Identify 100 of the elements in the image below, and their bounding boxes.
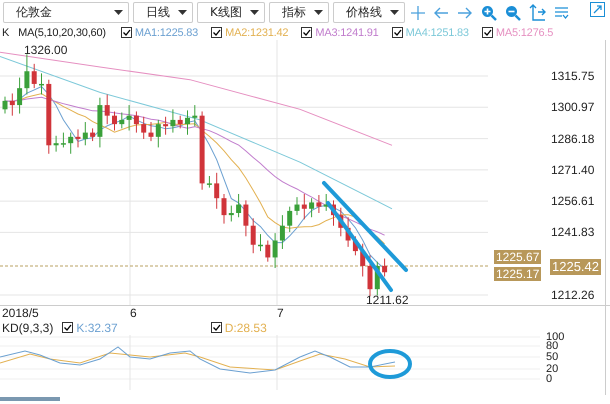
axis-label: 1286.18 — [551, 132, 594, 146]
moving-average-value: MA4:1251.83 — [406, 26, 469, 38]
candle — [331, 200, 336, 226]
axis-label: 50 — [546, 351, 558, 363]
indicator-formula: MA(5,10,20,30,60) — [18, 26, 106, 38]
candle — [368, 254, 372, 297]
axis-label: 20 — [546, 363, 558, 375]
candle — [206, 175, 212, 188]
candle — [156, 119, 161, 148]
candle — [360, 243, 366, 277]
candle — [280, 214, 285, 250]
checkbox[interactable] — [211, 27, 222, 38]
axis-label: 1300.97 — [551, 100, 594, 114]
candle — [352, 236, 358, 256]
candle — [346, 216, 351, 248]
axis-label: 0 — [546, 373, 552, 385]
dropdown[interactable]: K线图 — [197, 2, 265, 23]
axis-label: 1315.75 — [551, 69, 594, 83]
candle — [54, 135, 59, 152]
checkbox[interactable] — [392, 27, 403, 38]
candle — [134, 110, 139, 134]
checkbox[interactable] — [482, 27, 493, 38]
candle — [82, 122, 88, 146]
chart-type-label: K — [2, 26, 10, 38]
checkbox[interactable] — [62, 322, 74, 333]
dropdown[interactable]: 价格线 — [332, 2, 405, 23]
low-price-label: 1211.62 — [366, 293, 408, 307]
candle — [243, 200, 248, 237]
expand-icon[interactable] — [590, 2, 605, 17]
axis-scale-icon[interactable] — [528, 4, 546, 21]
candle — [374, 261, 380, 296]
dropdown[interactable]: 日线 — [133, 2, 193, 23]
candle — [24, 54, 30, 96]
candle — [76, 128, 80, 148]
indicator-value: D:28.53 — [224, 320, 267, 334]
candle — [141, 116, 146, 140]
candle — [324, 193, 329, 212]
dropdown[interactable]: 伦敦金 — [3, 2, 129, 23]
checkbox[interactable] — [120, 27, 132, 38]
axis-label: 100 — [546, 331, 564, 343]
candle — [104, 94, 110, 125]
moving-average-value: MA1:1225.83 — [134, 26, 198, 38]
indicator-value: K:32.37 — [76, 320, 118, 334]
high-price-label: 1326.00 — [24, 43, 68, 57]
caret-icon — [390, 10, 399, 15]
caret-icon — [250, 10, 259, 15]
candle — [178, 115, 183, 129]
candle — [2, 96, 8, 114]
candle — [228, 205, 234, 222]
candle — [272, 232, 278, 269]
moving-average-value: MA5:1276.5 — [496, 26, 554, 38]
candle — [250, 218, 256, 254]
date-label: 6 — [130, 306, 137, 320]
candle — [236, 193, 242, 218]
candle — [316, 194, 322, 214]
price-tag: 1225.17 — [494, 267, 542, 281]
candle — [338, 207, 344, 237]
price-tag: 1225.67 — [494, 250, 542, 264]
candle — [302, 193, 307, 220]
crosshair-icon[interactable] — [410, 6, 425, 20]
axis-label: 1241.83 — [551, 225, 594, 240]
highlight-ellipse — [367, 348, 413, 380]
candle — [192, 104, 198, 127]
scrollbar-thumb[interactable] — [0, 397, 60, 401]
date-label: 7 — [277, 306, 284, 320]
moving-average-value: MA2:1231.42 — [225, 26, 288, 38]
candle — [17, 77, 22, 114]
axis-label: 80 — [546, 340, 558, 352]
candle — [258, 234, 263, 252]
list-down-icon[interactable] — [554, 6, 569, 20]
left-arrow-icon[interactable] — [432, 6, 449, 18]
candle — [39, 72, 44, 96]
candle — [163, 116, 168, 136]
moving-average-value: MA3:1241.91 — [315, 26, 379, 38]
candle — [32, 63, 37, 89]
candle — [68, 132, 74, 154]
checkbox[interactable] — [301, 27, 312, 38]
axis-label: 1271.40 — [551, 162, 594, 177]
candle — [10, 92, 15, 116]
candle — [148, 122, 154, 142]
current-price-tag: 1225.42 — [550, 259, 601, 275]
candle — [112, 110, 117, 131]
axis-label: 1256.61 — [551, 194, 594, 208]
candle — [170, 108, 176, 134]
candle — [294, 196, 300, 216]
zoom-out-icon[interactable] — [504, 4, 521, 20]
candle — [265, 240, 270, 262]
dropdown[interactable]: 指标 — [268, 2, 329, 23]
candle — [382, 258, 388, 277]
right-arrow-icon[interactable] — [456, 6, 473, 18]
caret-icon — [178, 10, 187, 15]
candle — [287, 206, 292, 233]
axis-label: 1212.26 — [551, 288, 594, 302]
candle — [119, 112, 124, 129]
candle — [185, 110, 190, 136]
zoom-in-icon[interactable] — [480, 4, 497, 20]
caret-icon — [314, 10, 323, 15]
checkbox[interactable] — [210, 322, 222, 333]
candle — [126, 104, 132, 131]
candle — [60, 132, 66, 148]
